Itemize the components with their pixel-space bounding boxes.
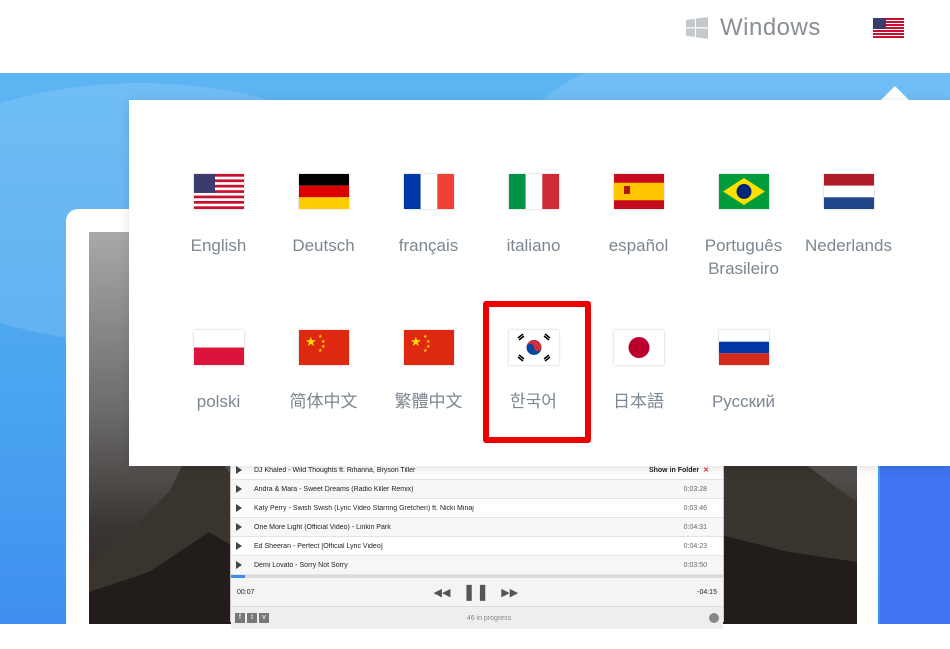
side-panel [880,450,950,624]
table-row[interactable]: One More Light (Official Video) - Linkin… [231,518,723,537]
os-selector[interactable]: Windows [686,13,821,43]
table-row[interactable]: Demi Lovato - Sorry Not Sorry 0:03:50 [231,556,723,575]
track-title: DJ Khaled - Wild Thoughts ft. Rihanna, B… [254,466,416,474]
track-duration: 0:04:23 [683,542,707,550]
language-label: 日本語 [613,392,664,411]
language-label: français [398,236,459,255]
italy-flag-icon [509,174,559,209]
netherlands-flag-icon [824,174,874,209]
show-in-folder-link[interactable]: Show in Folder [649,467,703,474]
twitter-icon[interactable]: t [247,613,257,623]
settings-icon[interactable] [708,613,719,623]
language-label: 简体中文 [289,392,358,411]
windows-logo-icon [686,17,708,39]
status-text: 46 in progress [466,614,512,622]
language-label: polski [196,392,241,411]
track-duration: 0:04:31 [683,523,707,531]
china-flag-icon: ★ ★★★★ [404,330,454,365]
player-window: DJ Khaled - Wild Thoughts ft. Rihanna, B… [230,460,724,629]
language-label: italiano [506,236,561,255]
track-title: One More Light (Official Video) - Linkin… [254,523,391,531]
os-label: Windows [720,14,821,41]
track-title: Katy Perry - Swish Swish (Lyric Video St… [254,504,474,512]
track-title: Ed Sheeran - Perfect [Official Lyric Vid… [254,542,383,550]
brazil-flag-icon [719,174,769,209]
language-label: Português Brasileiro [704,236,783,278]
language-label: Nederlands [805,236,892,255]
remove-icon[interactable]: ✕ [703,466,723,474]
next-icon[interactable]: ▶▶ [501,586,518,599]
poland-flag-icon [194,330,244,365]
russia-flag-icon [719,330,769,365]
table-row[interactable]: Katy Perry - Swish Swish (Lyric Video St… [231,499,723,518]
play-icon[interactable] [236,485,248,493]
spain-flag-icon [614,174,664,209]
play-icon[interactable] [236,561,248,569]
selection-highlight [483,301,591,443]
player-controls: 00:07 ◀◀ ❚❚ ▶▶ -04:15 [231,575,723,606]
language-label: 繁體中文 [394,392,463,411]
track-title: Demi Lovato - Sorry Not Sorry [254,561,348,569]
svg-text:★: ★ [410,335,422,350]
progress-bar[interactable] [231,575,245,578]
play-icon[interactable] [236,504,248,512]
table-row[interactable]: Andra & Mara - Sweet Dreams (Radio Kille… [231,480,723,499]
language-label: English [190,236,247,255]
track-duration: 0:03:28 [683,485,707,493]
china-flag-icon: ★ ★★★★ [299,330,349,365]
svg-text:★: ★ [423,348,428,354]
us-flag-icon [194,174,244,209]
track-title: Andra & Mara - Sweet Dreams (Radio Kille… [254,485,414,493]
dropdown-caret [880,86,910,101]
play-icon[interactable] [236,466,248,474]
us-flag-icon [873,18,904,38]
germany-flag-icon [299,174,349,209]
france-flag-icon [404,174,454,209]
language-label: Deutsch [292,236,355,255]
language-label: español [608,236,669,255]
svg-text:★: ★ [318,348,323,354]
pause-icon[interactable]: ❚❚ [462,582,489,602]
player-footer: f t v 46 in progress [231,606,723,629]
language-button[interactable] [873,18,904,38]
svg-text:★: ★ [305,335,317,350]
japan-flag-icon [614,330,664,365]
vimeo-icon[interactable]: v [259,613,269,623]
elapsed-time: 00:07 [237,588,255,596]
previous-icon[interactable]: ◀◀ [434,586,451,599]
remaining-time: -04:15 [697,588,717,596]
track-duration: 0:03:50 [683,561,707,569]
table-row[interactable]: Ed Sheeran - Perfect [Official Lyric Vid… [231,537,723,556]
track-duration: 0:03:46 [683,504,707,512]
facebook-icon[interactable]: f [235,613,245,623]
play-icon[interactable] [236,523,248,531]
top-header: Windows [0,0,950,73]
play-icon[interactable] [236,542,248,550]
language-label: Русский [711,392,776,411]
